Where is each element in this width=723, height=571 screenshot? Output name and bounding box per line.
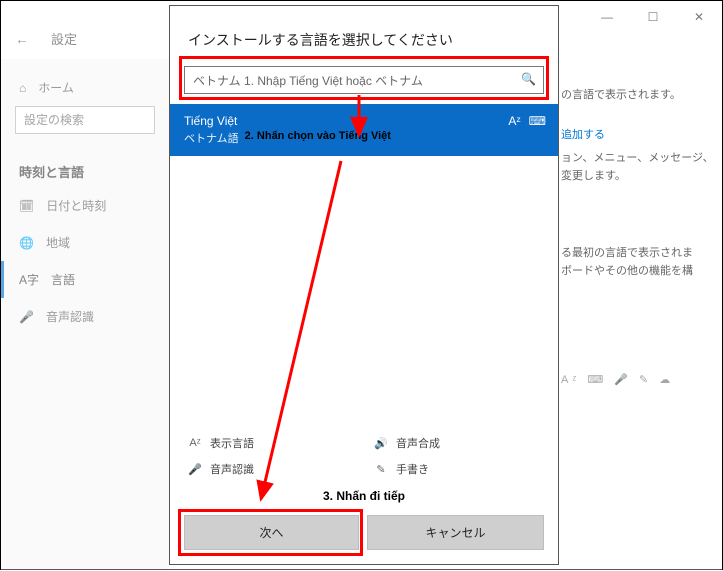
legend-label: 手書き — [396, 461, 429, 477]
minimize-button[interactable]: — — [584, 1, 630, 33]
sidebar-item-label: 言語 — [51, 271, 75, 288]
legend-handwriting: ✎ 手書き — [374, 461, 540, 477]
bg-line: ボードやその他の機能を構 — [561, 263, 716, 281]
globe-icon: 🌐 — [19, 236, 34, 250]
display-icon: Aᶻ — [188, 437, 202, 449]
language-install-dialog: インストールする言語を選択してください 🔍 Tiếng Việt ベトナム語 2… — [169, 5, 559, 565]
calendar-icon: 🗓 — [19, 199, 34, 213]
sidebar-item-language[interactable]: A字 言語 — [1, 261, 169, 298]
feature-icon-row: Aᶻ ⌨ 🎤 ✎ ☁ — [561, 373, 674, 386]
pen-icon: ✎ — [374, 463, 388, 476]
dialog-button-bar: 次へ キャンセル — [170, 505, 558, 564]
add-language-link[interactable]: 追加する — [561, 127, 716, 145]
app-title: 設定 — [51, 29, 77, 48]
sidebar-section-header: 時刻と言語 — [1, 148, 169, 187]
annotation-text-3: 3. Nhấn đi tiếp — [170, 489, 558, 503]
cancel-button[interactable]: キャンセル — [367, 515, 544, 550]
home-icon: ⌂ — [19, 81, 26, 95]
mic-icon: 🎤 — [19, 310, 34, 324]
language-icon: A字 — [19, 271, 39, 288]
sidebar-item-label: 地域 — [46, 234, 70, 251]
display-language-icon: Aᶻ — [508, 114, 520, 128]
language-result-item[interactable]: Tiếng Việt ベトナム語 2. Nhấn chọn vào Tiếng … — [170, 104, 558, 156]
sidebar-item-label: 音声認識 — [46, 308, 94, 325]
legend-display: Aᶻ 表示言語 — [188, 435, 354, 451]
search-icon: 🔍 — [521, 72, 536, 86]
back-button[interactable]: ← — [15, 31, 29, 47]
bg-line: ョン、メニュー、メッセージ、 — [561, 150, 716, 168]
close-button[interactable]: ✕ — [676, 1, 722, 33]
sidebar-item-datetime[interactable]: 🗓 日付と時刻 — [1, 187, 169, 224]
language-primary-name: Tiếng Việt — [184, 114, 544, 128]
dialog-title: インストールする言語を選択してください — [170, 6, 558, 66]
maximize-button[interactable]: ☐ — [630, 1, 676, 33]
dialog-body — [170, 156, 558, 429]
sidebar-home[interactable]: ⌂ ホーム — [1, 69, 169, 106]
bg-line: る最初の言語で表示されま — [561, 245, 716, 263]
sidebar: ⌂ ホーム 時刻と言語 🗓 日付と時刻 🌐 地域 A字 言語 🎤 音声認識 — [1, 59, 169, 569]
sidebar-home-label: ホーム — [38, 79, 74, 96]
legend-label: 音声合成 — [396, 435, 440, 451]
sidebar-item-speech[interactable]: 🎤 音声認識 — [1, 298, 169, 335]
legend-label: 表示言語 — [210, 435, 254, 451]
annotation-text-2: 2. Nhấn chọn vào Tiếng Việt — [245, 130, 391, 146]
sidebar-item-label: 日付と時刻 — [46, 197, 106, 214]
next-button[interactable]: 次へ — [184, 515, 359, 550]
bg-line: 変更します。 — [561, 168, 716, 186]
keyboard-icon: ⌨ — [529, 114, 546, 128]
next-button-wrap: 次へ — [184, 515, 359, 550]
legend-label: 音声認識 — [210, 461, 254, 477]
sidebar-search[interactable] — [15, 106, 155, 134]
language-search-input[interactable] — [184, 66, 544, 94]
legend-speech: 🎤 音声認識 — [188, 461, 354, 477]
bg-line: の言語で表示されます。 — [561, 87, 716, 105]
sidebar-item-region[interactable]: 🌐 地域 — [1, 224, 169, 261]
language-secondary-name: ベトナム語 — [184, 130, 239, 146]
feature-legend: Aᶻ 表示言語 🔊 音声合成 🎤 音声認識 ✎ 手書き — [170, 429, 558, 489]
sidebar-search-input[interactable] — [15, 106, 155, 134]
background-text: の言語で表示されます。 追加する ョン、メニュー、メッセージ、 変更します。 る… — [561, 87, 716, 281]
dialog-search: 🔍 — [184, 66, 544, 94]
mic-icon: 🎤 — [188, 463, 202, 476]
speaker-icon: 🔊 — [374, 437, 388, 450]
legend-tts: 🔊 音声合成 — [374, 435, 540, 451]
